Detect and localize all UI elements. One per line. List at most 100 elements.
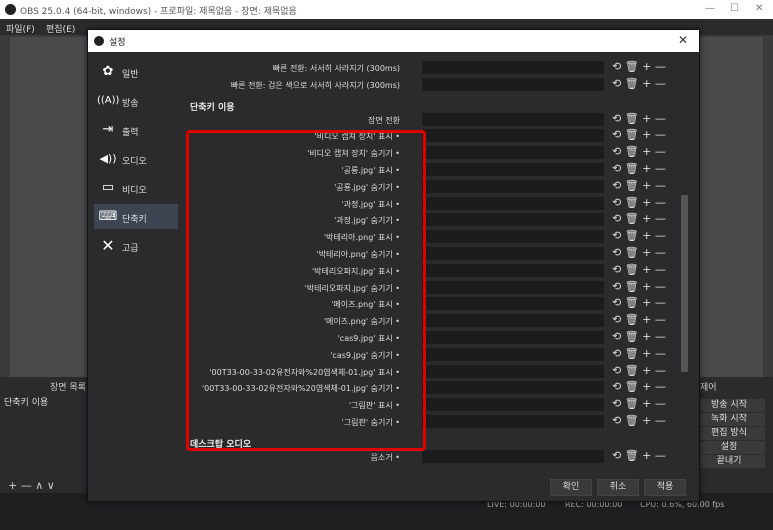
hotkey-input[interactable]	[422, 314, 604, 328]
hotkey-row: 음소거 • ⟲ 🗑 + —	[184, 449, 674, 465]
sidebar-item-label: 출력	[122, 128, 139, 138]
hotkey-row-actions[interactable]: ⟲ 🗑 + —	[612, 145, 672, 161]
sidebar-item-general[interactable]: ✿ 일반	[94, 59, 178, 84]
hotkey-input[interactable]	[422, 347, 604, 361]
sidebar-item-label: 비디오	[122, 186, 147, 196]
dialog-title: 설정	[109, 38, 126, 48]
hotkey-row-actions[interactable]: ⟲ 🗑 + —	[612, 229, 672, 245]
settings-sidebar: ✿ 일반 ((A)) 방송 ⇥ 출력 ◀)) 오디오 ▭ 비디오 ⌨ 단축키 ✕…	[94, 58, 178, 488]
hotkey-row-actions[interactable]: ⟲ 🗑 + —	[612, 397, 672, 413]
sidebar-item-label: 단축키	[122, 215, 147, 225]
hotkey-input[interactable]	[422, 61, 604, 74]
hotkey-input[interactable]	[422, 280, 604, 294]
sidebar-item-advanced[interactable]: ✕ 고급	[94, 233, 178, 258]
hotkey-input[interactable]	[422, 77, 604, 91]
sidebar-item-output[interactable]: ⇥ 출력	[94, 117, 178, 142]
speaker-icon: ◀))	[99, 152, 117, 165]
hotkey-input[interactable]	[422, 129, 604, 143]
hotkey-row-actions[interactable]: ⟲ 🗑 + —	[612, 112, 672, 128]
hotkey-row-actions[interactable]: ⟲ 🗑 + —	[612, 364, 672, 380]
hotkey-row-actions[interactable]: ⟲ 🗑 + —	[612, 330, 672, 346]
sidebar-item-stream[interactable]: ((A)) 방송	[94, 88, 178, 113]
hotkey-label: 음소거 •	[370, 452, 400, 462]
hotkey-row-actions[interactable]: ⟲ 🗑 + —	[612, 162, 672, 178]
minimize-button[interactable]: —	[705, 3, 715, 14]
hotkey-input[interactable]	[422, 297, 604, 311]
sidebar-item-label: 고급	[122, 244, 139, 254]
tools-icon: ✕	[101, 236, 115, 255]
sidebar-item-video[interactable]: ▭ 비디오	[94, 175, 178, 200]
ok-button[interactable]: 확인	[550, 479, 592, 496]
sidebar-item-hotkeys[interactable]: ⌨ 단축키	[94, 204, 178, 229]
obs-logo-icon	[94, 36, 104, 46]
hotkey-input[interactable]	[422, 163, 604, 176]
hotkey-row: 빠른 전환: 검은 색으로 서서히 사라지기 (300ms) ⟲ 🗑 + —	[184, 77, 674, 93]
cancel-button[interactable]: 취소	[597, 479, 639, 496]
output-icon: ⇥	[102, 122, 114, 137]
start-streaming-button[interactable]: 방송 시작	[693, 399, 765, 412]
hotkey-row-actions[interactable]: ⟲ 🗑 + —	[612, 77, 672, 93]
sidebar-item-label: 오디오	[122, 157, 147, 167]
hotkey-row-actions[interactable]: ⟲ 🗑 + —	[612, 313, 672, 329]
sidebar-item-label: 일반	[122, 70, 139, 80]
hotkey-row-actions[interactable]: ⟲ 🗑 + —	[612, 280, 672, 296]
hotkey-input[interactable]	[422, 179, 604, 193]
close-button[interactable]: ✕	[755, 3, 763, 14]
hotkey-input[interactable]	[422, 146, 604, 160]
hotkey-input[interactable]	[422, 112, 604, 126]
hotkey-input[interactable]	[422, 398, 604, 412]
dialog-close-button[interactable]: ✕	[678, 33, 688, 47]
hotkey-row-actions[interactable]: ⟲ 🗑 + —	[612, 179, 672, 195]
hotkey-label: 빠른 전환: 검은 색으로 서서히 사라지기 (300ms)	[230, 80, 400, 90]
exit-button[interactable]: 끝내기	[693, 455, 765, 468]
apply-button[interactable]: 적용	[644, 479, 686, 496]
hotkey-row-actions[interactable]: ⟲ 🗑 + —	[612, 196, 672, 212]
hotkey-row-actions[interactable]: ⟲ 🗑 + —	[612, 414, 672, 430]
hotkey-row: 장면 전환 ⟲ 🗑 + —	[184, 112, 674, 128]
hotkey-row-actions[interactable]: ⟲ 🗑 + —	[612, 449, 672, 465]
sidebar-item-audio[interactable]: ◀)) 오디오	[94, 146, 178, 171]
hotkey-input[interactable]	[422, 364, 604, 378]
main-titlebar: OBS 25.0.4 (64-bit, windows) - 프로파일: 제목없…	[0, 0, 773, 19]
hotkey-row-actions[interactable]: ⟲ 🗑 + —	[612, 212, 672, 228]
scrollbar[interactable]	[681, 70, 688, 480]
scene-toolbar[interactable]: + — ∧ ∨	[8, 479, 55, 492]
window-title: OBS 25.0.4 (64-bit, windows) - 프로파일: 제목없…	[20, 7, 297, 17]
obs-logo-icon	[5, 4, 16, 15]
gear-icon: ✿	[102, 64, 114, 79]
hotkey-input[interactable]	[422, 263, 604, 277]
hotkey-row-actions[interactable]: ⟲ 🗑 + —	[612, 347, 672, 363]
hotkey-input[interactable]	[422, 247, 604, 260]
start-recording-button[interactable]: 녹화 시작	[693, 413, 765, 426]
dialog-titlebar: 설정 ✕	[88, 30, 699, 52]
scene-list-item[interactable]: 단축키 이용	[4, 395, 48, 408]
scenes-dock-title: 장면 목록	[50, 383, 86, 393]
maximize-button[interactable]: ☐	[730, 3, 739, 14]
hotkey-row: 빠른 전환: 서서히 사라지기 (300ms) ⟲ 🗑 + —	[184, 60, 674, 76]
hotkey-row-actions[interactable]: ⟲ 🗑 + —	[612, 263, 672, 279]
controls-dock-title: 제어	[700, 383, 717, 393]
settings-dialog: 설정 ✕ ✿ 일반 ((A)) 방송 ⇥ 출력 ◀)) 오디오 ▭ 비디오 ⌨ …	[87, 29, 700, 502]
highlight-annotation	[186, 130, 426, 451]
hotkey-input[interactable]	[422, 331, 604, 344]
menu-file[interactable]: 파일(F)	[6, 22, 35, 35]
keyboard-icon: ⌨	[98, 209, 118, 224]
menu-edit[interactable]: 편집(E)	[46, 22, 75, 35]
hotkey-row-actions[interactable]: ⟲ 🗑 + —	[612, 380, 672, 396]
hotkey-row-actions[interactable]: ⟲ 🗑 + —	[612, 128, 672, 144]
hotkey-input[interactable]	[422, 196, 604, 210]
hotkey-input[interactable]	[422, 213, 604, 227]
hotkey-label: 장면 전환	[368, 115, 400, 125]
hotkey-input[interactable]	[422, 415, 604, 428]
hotkey-row-actions[interactable]: ⟲ 🗑 + —	[612, 296, 672, 312]
studio-mode-button[interactable]: 편집 방식	[693, 427, 765, 440]
hotkey-input[interactable]	[422, 449, 604, 463]
hotkey-input[interactable]	[422, 381, 604, 395]
hotkey-row-actions[interactable]: ⟲ 🗑 + —	[612, 60, 672, 76]
scrollbar-thumb[interactable]	[681, 195, 688, 372]
monitor-icon: ▭	[101, 180, 115, 195]
settings-button[interactable]: 설정	[693, 441, 765, 454]
hotkey-row-actions[interactable]: ⟲ 🗑 + —	[612, 246, 672, 262]
hotkey-input[interactable]	[422, 230, 604, 244]
sidebar-item-label: 방송	[122, 99, 139, 109]
